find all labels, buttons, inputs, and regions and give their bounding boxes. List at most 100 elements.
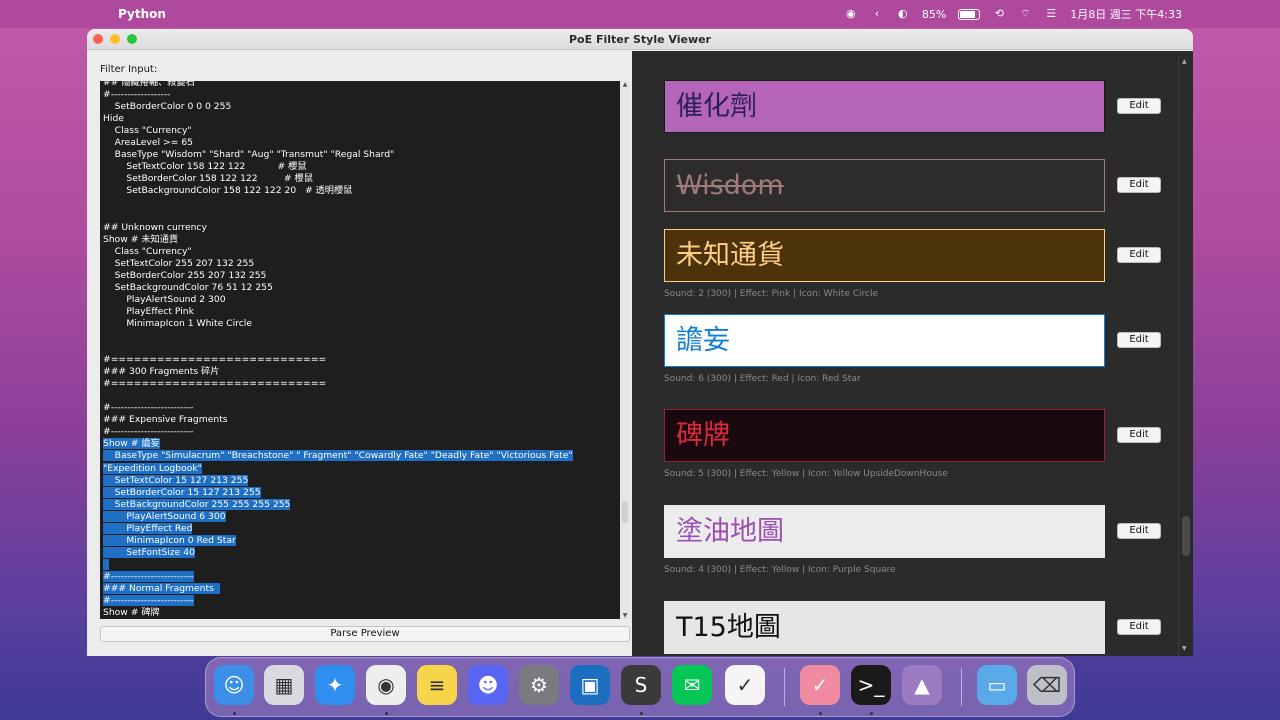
edit-button[interactable]: Edit xyxy=(1117,523,1161,539)
preview-info-text: Sound: 6 (300) | Effect: Red | Icon: Red… xyxy=(664,374,861,384)
edit-button[interactable]: Edit xyxy=(1117,619,1161,635)
finder-icon[interactable]: ☺ xyxy=(214,665,254,705)
notes-icon[interactable]: ≡ xyxy=(417,665,457,705)
code-line-text: SetBackgroundColor 255 255 255 255 xyxy=(103,498,291,510)
close-window-button[interactable] xyxy=(93,34,103,44)
code-line: SetBorderColor 0 0 0 255 xyxy=(103,101,618,113)
code-line-text: #============================ xyxy=(103,354,327,366)
sublime-text-icon[interactable]: S xyxy=(621,665,661,705)
edit-button[interactable]: Edit xyxy=(1117,177,1161,193)
filter-text-editor[interactable]: ## 隱藏捲軸、殺變石 #------------------ SetBorder… xyxy=(100,81,620,619)
code-line: BaseType "Wisdom" "Shard" "Aug" "Transmu… xyxy=(103,149,618,161)
code-line: MinimapIcon 0 Red Star xyxy=(103,534,618,547)
focus-app-icon[interactable]: ✓ xyxy=(800,665,840,705)
code-line: ### 300 Fragments 碎片 xyxy=(103,366,618,378)
code-line-text: BaseType "Simulacrum" "Breachstone" " Fr… xyxy=(103,450,573,462)
chrome-icon[interactable]: ◉ xyxy=(366,665,406,705)
code-line: SetTextColor 15 127 213 255 xyxy=(103,474,618,487)
filter-code[interactable]: ## 隱藏捲軸、殺變石 #------------------ SetBorder… xyxy=(103,81,618,619)
code-line-text: SetTextColor 255 207 132 255 xyxy=(103,257,255,269)
code-line-text: BaseType "Wisdom" "Shard" "Aug" "Transmu… xyxy=(103,149,395,161)
code-line: #============================ xyxy=(103,378,618,390)
preview-text: T15地圖 xyxy=(676,612,781,643)
window-controls xyxy=(93,34,137,44)
style-preview-box: 未知通貨 xyxy=(664,229,1105,282)
code-line: SetBackgroundColor 158 122 122 20 # 透明櫻鼠 xyxy=(103,185,618,197)
style-preview-box: 譫妄 xyxy=(664,314,1105,367)
ticktick-icon[interactable]: ✓ xyxy=(725,665,765,705)
preview-text: 碑牌 xyxy=(676,420,730,451)
control-center-icon[interactable]: ☰ xyxy=(1044,7,1058,21)
filter-input-pane: Filter Input: ## 隱藏捲軸、殺變石 #--------------… xyxy=(87,51,632,656)
code-line: SetBorderColor 158 122 122 # 櫻鼠 xyxy=(103,173,618,185)
parse-preview-button[interactable]: Parse Preview xyxy=(100,626,630,642)
scroll-down-arrow-icon[interactable]: ▼ xyxy=(621,612,629,619)
running-indicator xyxy=(819,712,822,715)
rocket-icon[interactable]: ▲ xyxy=(902,665,942,705)
status-area: ◉ ‹ ◐ 85% ⟲ ⌔ ☰ 1月8日 週三 下午4:33 xyxy=(844,6,1182,22)
editor-scroll-thumb[interactable] xyxy=(622,501,628,523)
preview-scroll-thumb[interactable] xyxy=(1182,516,1190,556)
safari-icon[interactable]: ✦ xyxy=(315,665,355,705)
preview-scroll-up-icon[interactable]: ▲ xyxy=(1182,58,1187,65)
title-bar[interactable]: PoE Filter Style Viewer xyxy=(87,29,1193,50)
preview-text: 譫妄 xyxy=(676,325,730,356)
code-line: AreaLevel >= 65 xyxy=(103,137,618,149)
code-line-text: SetBackgroundColor 158 122 122 20 # 透明櫻鼠 xyxy=(103,185,353,197)
mouse-pointer-icon: ☝ xyxy=(931,347,939,362)
edit-button[interactable]: Edit xyxy=(1117,247,1161,263)
battery-icon[interactable] xyxy=(958,8,981,20)
code-line-text: AreaLevel >= 65 xyxy=(103,137,194,149)
preview-text: Wisdom xyxy=(676,170,784,201)
launchpad-icon[interactable]: ▦ xyxy=(264,665,304,705)
preview-text: 未知通貨 xyxy=(676,240,784,271)
record-icon[interactable]: ◉ xyxy=(844,7,858,21)
running-indicator xyxy=(233,712,236,715)
style-preview-pane[interactable]: 催化劑 Edit Wisdom Edit 未知通貨 Sound: 2 (300) | Ef… xyxy=(632,51,1193,656)
code-line-text: SetBorderColor 255 207 132 255 xyxy=(103,269,267,281)
app-menu-name[interactable]: Python xyxy=(118,7,166,21)
style-preview-box: Wisdom xyxy=(664,159,1105,212)
zoom-window-button[interactable] xyxy=(127,34,137,44)
code-line: #------------------------- xyxy=(103,426,618,438)
code-line: #------------------ xyxy=(103,89,618,101)
code-line: Class "Currency" xyxy=(103,125,618,137)
running-indicator xyxy=(640,712,643,715)
code-line-text: SetBorderColor 158 122 122 # 櫻鼠 xyxy=(103,173,313,185)
discord-icon[interactable]: ☻ xyxy=(468,665,508,705)
code-line: ### Expensive Fragments xyxy=(103,414,618,426)
wifi-icon[interactable]: ⌔ xyxy=(1018,7,1032,21)
chevron-left-icon[interactable]: ‹ xyxy=(870,7,884,21)
line-icon[interactable]: ✉ xyxy=(672,665,712,705)
scroll-up-arrow-icon[interactable]: ▲ xyxy=(621,81,629,88)
preview-scroll-down-icon[interactable]: ▼ xyxy=(1182,645,1187,652)
screen-sharing-icon[interactable]: ▣ xyxy=(570,665,610,705)
sync-icon[interactable]: ⟲ xyxy=(992,7,1006,21)
terminal-icon[interactable]: >_ xyxy=(851,665,891,705)
menubar-clock[interactable]: 1月8日 週三 下午4:33 xyxy=(1070,6,1182,22)
preview-scrollbar[interactable]: ▲ ▼ xyxy=(1178,56,1192,656)
minimize-window-button[interactable] xyxy=(110,34,120,44)
code-line-text: #------------------------- xyxy=(103,426,194,438)
system-settings-icon[interactable]: ⚙ xyxy=(519,665,559,705)
editor-scrollbar[interactable]: ▲ ▼ xyxy=(620,81,630,619)
code-line: SetTextColor 255 207 132 255 xyxy=(103,258,618,270)
preview-info-text: Sound: 4 (300) | Effect: Yellow | Icon: … xyxy=(664,565,896,575)
contrast-icon[interactable]: ◐ xyxy=(896,7,910,21)
code-line: #------------------------- xyxy=(103,570,618,583)
preview-info-text: Sound: 2 (300) | Effect: Pink | Icon: Wh… xyxy=(664,289,878,299)
code-line: Show # 未知通貨 xyxy=(103,234,618,246)
folder-icon[interactable]: ▭ xyxy=(977,665,1017,705)
code-line-text: ## 隱藏捲軸、殺變石 xyxy=(103,81,195,88)
code-line: BaseType "Simulacrum" "Breachstone" " Fr… xyxy=(103,450,618,462)
code-line-text: PlayEffect Pink xyxy=(103,305,194,317)
code-line-text: Class "Currency" xyxy=(103,245,192,257)
edit-button[interactable]: Edit xyxy=(1117,98,1161,114)
edit-button[interactable]: Edit xyxy=(1117,427,1161,443)
trash-icon[interactable]: ⌫ xyxy=(1027,665,1067,705)
code-line-text: Hide xyxy=(103,113,124,125)
edit-button[interactable]: Edit xyxy=(1117,332,1161,348)
